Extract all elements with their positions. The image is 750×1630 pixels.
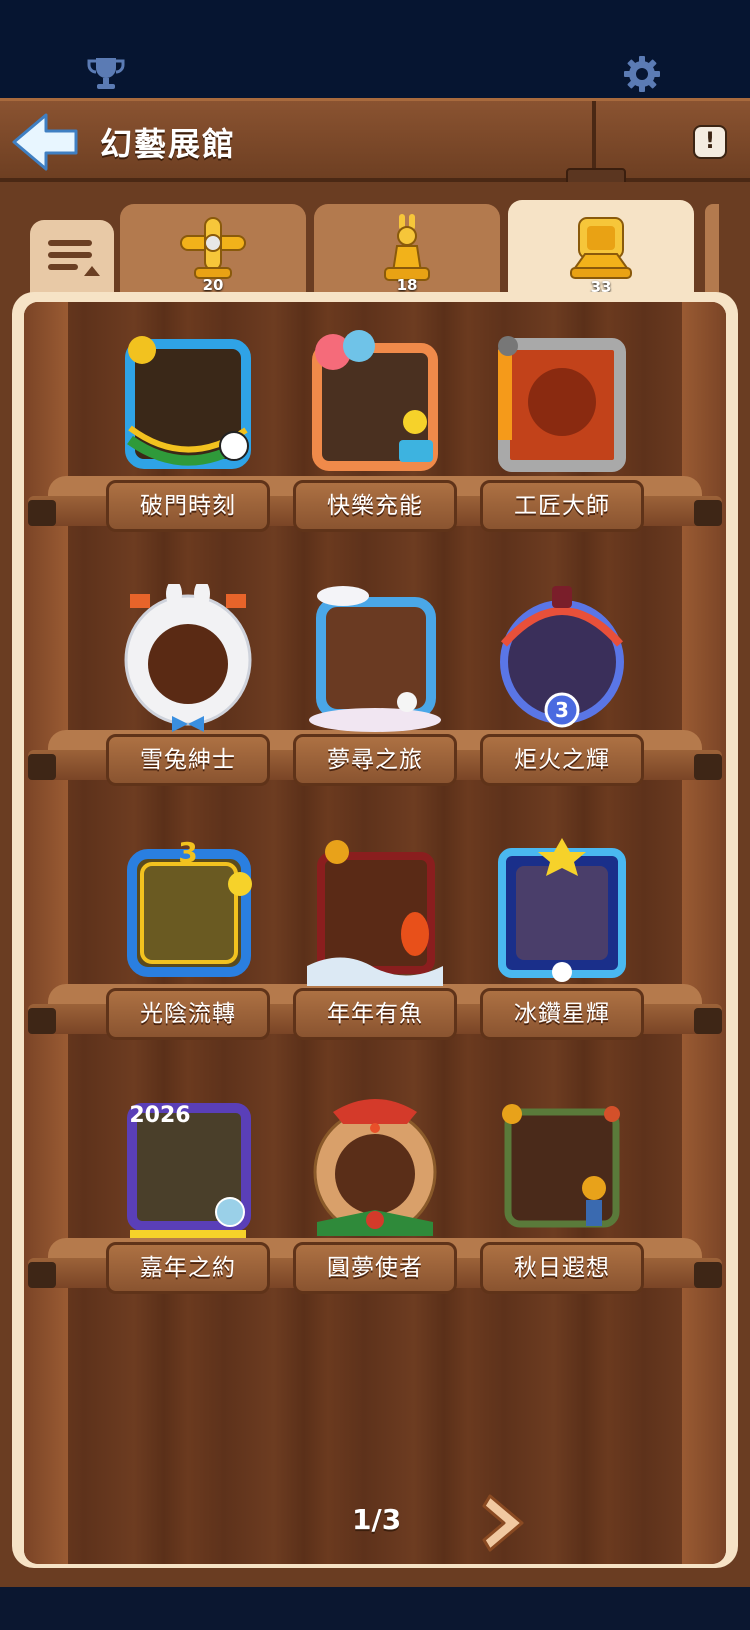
torch-flame-frame-icon: 3 — [500, 586, 624, 728]
frame-plaque: 年年有魚 — [293, 988, 457, 1040]
svg-text:3: 3 — [555, 698, 569, 722]
frame-item[interactable]: 2026 嘉年之約 — [100, 1092, 276, 1312]
frame-plaque: 工匠大師 — [480, 480, 644, 532]
tab-frames[interactable]: 33 — [508, 200, 694, 298]
tab-overflow-edge[interactable] — [705, 204, 719, 296]
svg-text:3: 3 — [178, 838, 197, 869]
frame-plaque: 光陰流轉 — [106, 988, 270, 1040]
frame-plaque: 雪兔紳士 — [106, 734, 270, 786]
golden-rabbit-statue-icon — [384, 214, 430, 281]
frame-plaque: 夢尋之旅 — [293, 734, 457, 786]
frame-plaque: 快樂充能 — [293, 480, 457, 532]
golden-plane-icon — [180, 217, 246, 279]
frame-name: 快樂充能 — [327, 493, 423, 519]
back-arrow-icon[interactable] — [10, 111, 82, 173]
frame-item[interactable]: 破門時刻 — [100, 330, 276, 550]
page-header: 幻藝展館 ! — [0, 98, 750, 182]
frame-item[interactable]: 3 炬火之輝 — [474, 584, 650, 804]
reindeer-frame-icon — [313, 1099, 437, 1236]
frame-name: 秋日遐想 — [514, 1255, 610, 1281]
tab-statues[interactable]: 18 — [314, 204, 500, 296]
new-year-2026-frame-icon: 2026 — [127, 1103, 251, 1238]
page-indicator: 1/3 — [352, 1503, 402, 1536]
frame-item[interactable]: 夢尋之旅 — [287, 584, 463, 804]
frame-item[interactable]: 圓夢使者 — [287, 1092, 463, 1312]
soccer-frame-icon — [125, 336, 251, 469]
frame-item[interactable]: 工匠大師 — [474, 330, 650, 550]
frame-name: 年年有魚 — [327, 1001, 423, 1027]
tab-menu-button[interactable] — [30, 220, 114, 294]
frame-name: 冰鑽星輝 — [514, 1001, 610, 1027]
frame-item[interactable]: 雪兔紳士 — [100, 584, 276, 804]
exclamation-icon: ! — [704, 129, 716, 154]
frame-plaque: 冰鑽星輝 — [480, 988, 644, 1040]
ice-star-frame-icon — [498, 838, 626, 982]
pipe-lava-frame-icon — [498, 336, 626, 472]
svg-text:2026: 2026 — [129, 1103, 190, 1128]
snow-bunny-frame-icon — [124, 584, 252, 732]
status-top-bar — [0, 0, 750, 98]
info-button[interactable]: ! — [693, 125, 727, 159]
golden-time-frame-icon: 3 — [127, 838, 252, 977]
frame-name: 圓夢使者 — [327, 1255, 423, 1281]
frame-name: 嘉年之約 — [140, 1255, 236, 1281]
golden-frame-trophy-icon — [570, 217, 632, 279]
chevron-right-icon[interactable] — [482, 1490, 532, 1556]
frame-item[interactable]: 秋日遐想 — [474, 1092, 650, 1312]
bottom-bar — [0, 1587, 750, 1630]
frame-plaque: 破門時刻 — [106, 480, 270, 532]
category-tabs: 20 18 33 — [0, 200, 750, 300]
frame-item[interactable]: 快樂充能 — [287, 330, 463, 550]
koi-fish-frame-icon — [307, 840, 443, 986]
list-sort-icon — [48, 240, 100, 276]
dream-cloud-frame-icon — [309, 586, 441, 732]
frame-item[interactable]: 冰鑽星輝 — [474, 838, 650, 1058]
frame-name: 光陰流轉 — [140, 1001, 236, 1027]
frame-plaque: 秋日遐想 — [480, 1242, 644, 1294]
frame-plaque: 嘉年之約 — [106, 1242, 270, 1294]
page-title: 幻藝展館 — [100, 125, 237, 163]
frame-plaque: 圓夢使者 — [293, 1242, 457, 1294]
frame-name: 夢尋之旅 — [327, 747, 423, 773]
party-balloon-frame-icon — [312, 330, 438, 471]
frame-item[interactable]: 年年有魚 — [287, 838, 463, 1058]
frame-name: 工匠大師 — [514, 493, 610, 519]
tab-planes[interactable]: 20 — [120, 204, 306, 296]
trophy-icon[interactable] — [86, 54, 126, 94]
autumn-scarecrow-frame-icon — [502, 1104, 620, 1228]
gear-icon[interactable] — [622, 54, 662, 94]
frame-name: 破門時刻 — [140, 493, 236, 519]
frame-name: 炬火之輝 — [514, 747, 610, 773]
frame-item[interactable]: 3 光陰流轉 — [100, 838, 276, 1058]
frame-plaque: 炬火之輝 — [480, 734, 644, 786]
frame-name: 雪兔紳士 — [140, 747, 236, 773]
